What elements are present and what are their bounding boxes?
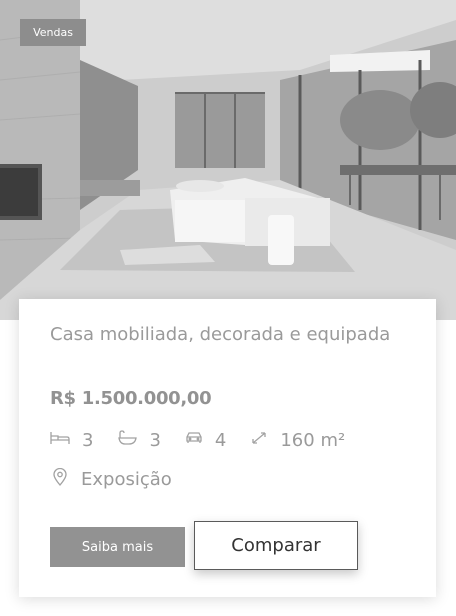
- bathtub-icon: [117, 429, 149, 451]
- features-row: 3 3 4 160 m²: [50, 427, 369, 453]
- learn-more-button[interactable]: Saiba mais: [50, 527, 185, 567]
- bathrooms-feature: 3: [117, 429, 161, 451]
- location-name: Exposição: [81, 468, 172, 490]
- bedrooms-feature: 3: [50, 430, 93, 451]
- parking-count: 4: [214, 429, 227, 451]
- location-row: Exposição: [50, 467, 172, 491]
- listing-price: R$ 1.500.000,00: [50, 388, 212, 409]
- expand-arrows-icon: [250, 430, 280, 451]
- compare-button[interactable]: Comparar: [194, 521, 358, 570]
- parking-feature: 4: [185, 430, 226, 451]
- sale-badge: Vendas: [20, 19, 86, 46]
- bed-icon: [50, 430, 82, 451]
- property-photo[interactable]: Vendas: [0, 0, 456, 320]
- listing-title[interactable]: Casa mobiliada, decorada e equipada: [50, 323, 400, 347]
- area-feature: 160 m²: [250, 430, 345, 451]
- listing-card: Casa mobiliada, decorada e equipada R$ 1…: [19, 299, 436, 597]
- car-icon: [185, 430, 215, 451]
- map-pin-icon: [50, 467, 81, 491]
- bathrooms-count: 3: [149, 429, 161, 451]
- bedrooms-count: 3: [82, 429, 94, 451]
- area-value: 160 m²: [280, 429, 346, 451]
